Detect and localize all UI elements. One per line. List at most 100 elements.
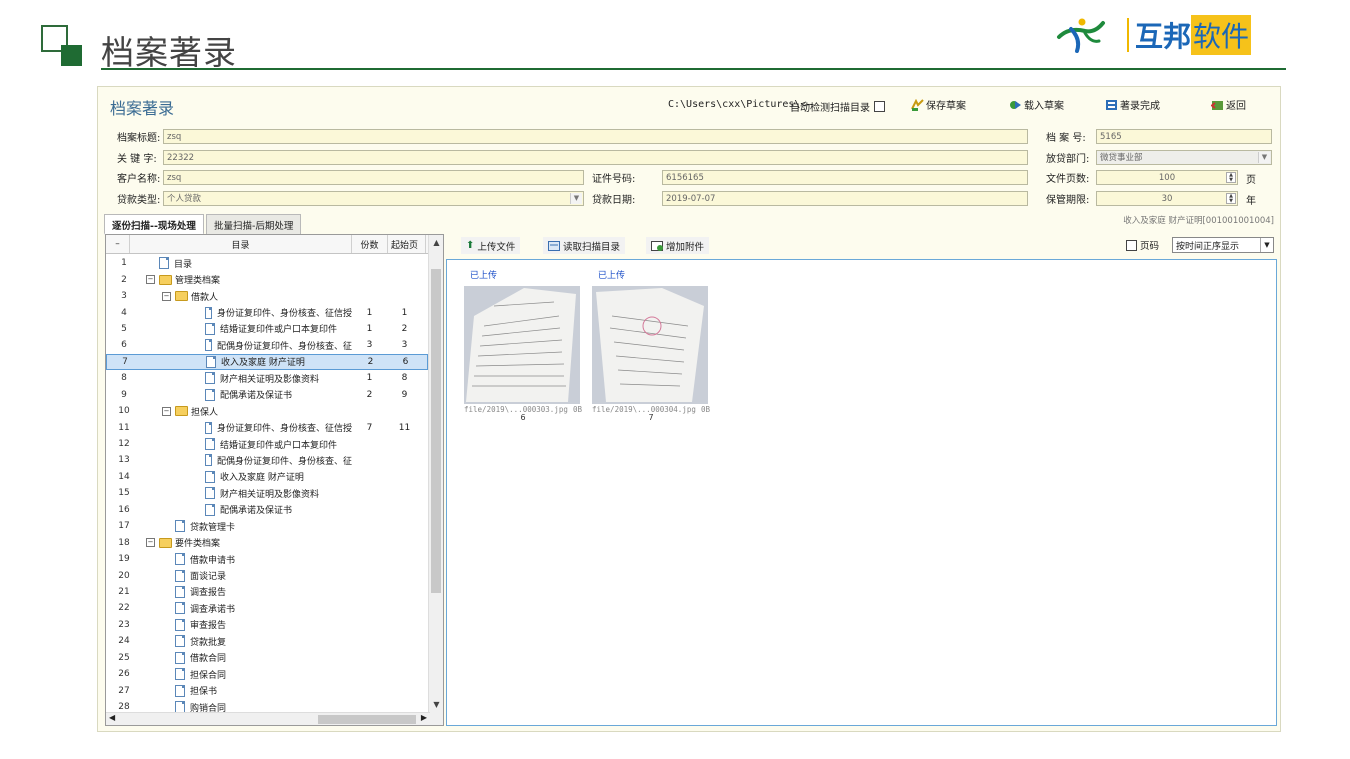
- thumbnail-card[interactable]: 已上传 file/2019\...000303.jpg 0B 6: [464, 268, 582, 422]
- scroll-thumb[interactable]: [431, 269, 441, 593]
- chevron-down-icon[interactable]: ▼: [570, 193, 582, 204]
- catalog-column-header[interactable]: 目录: [130, 235, 352, 253]
- scroll-left-icon[interactable]: ◀: [109, 713, 115, 722]
- scanned-page-image[interactable]: [464, 286, 580, 404]
- tree-node[interactable]: 收入及家庭 财产证明: [143, 355, 353, 368]
- tree-row[interactable]: 11 身份证复印件、身份核查、征信授 7 11: [106, 419, 428, 435]
- collapse-toggle-icon[interactable]: −: [146, 538, 155, 548]
- keywords-field[interactable]: 22322: [163, 150, 1028, 165]
- customer-field[interactable]: zsq: [163, 170, 584, 185]
- tree-row[interactable]: 15 财产相关证明及影像资料: [106, 485, 428, 501]
- tab-batch-scan[interactable]: 批量扫描-后期处理: [206, 214, 302, 234]
- copies-column-header[interactable]: 份数: [352, 235, 388, 253]
- tree-node[interactable]: 财产相关证明及影像资料: [142, 372, 352, 385]
- tree-node[interactable]: 贷款管理卡: [142, 520, 352, 533]
- auto-detect-checkbox[interactable]: 自动检测扫描目录: [790, 99, 885, 114]
- tree-node[interactable]: 借款申请书: [142, 553, 352, 566]
- tree-node[interactable]: 结婚证复印件或户口本复印件: [142, 438, 352, 451]
- hscroll-thumb[interactable]: [318, 715, 416, 724]
- tree-row[interactable]: 7 收入及家庭 财产证明 2 6: [106, 353, 428, 371]
- tree-row[interactable]: 22 调查承诺书: [106, 600, 428, 616]
- tree-row[interactable]: 9 配偶承诺及保证书 2 9: [106, 387, 428, 403]
- tree-node[interactable]: 担保合同: [142, 668, 352, 681]
- tree-row[interactable]: 21 调查报告: [106, 584, 428, 600]
- tree-row[interactable]: 20 面谈记录: [106, 567, 428, 583]
- tree-row[interactable]: 3 − 借款人: [106, 288, 428, 304]
- tree-node[interactable]: 配偶承诺及保证书: [142, 503, 352, 516]
- tree-node[interactable]: 贷款批复: [142, 635, 352, 648]
- tree-node[interactable]: 调查承诺书: [142, 602, 352, 615]
- tree-row[interactable]: 26 担保合同: [106, 666, 428, 682]
- tree-node[interactable]: 目录: [142, 257, 352, 270]
- tree-vertical-scrollbar[interactable]: ▲ ▼: [428, 235, 443, 725]
- start-page-column-header[interactable]: 起始页: [388, 235, 426, 253]
- tree-row[interactable]: 1 目录: [106, 255, 428, 271]
- auto-detect-box[interactable]: [874, 101, 885, 112]
- cert-field[interactable]: 6156165: [662, 170, 1028, 185]
- thumbnail-card[interactable]: 已上传 file/2019\...000304.jpg 0B 7: [592, 268, 710, 422]
- tree-node[interactable]: 财产相关证明及影像资料: [142, 487, 352, 500]
- tree-node[interactable]: − 要件类档案: [142, 536, 352, 549]
- tree-node[interactable]: 调查报告: [142, 585, 352, 598]
- chevron-down-icon[interactable]: ▼: [1260, 238, 1273, 252]
- tree-horizontal-scrollbar[interactable]: ◀ ▶: [106, 712, 430, 725]
- tree-node[interactable]: 配偶身份证复印件、身份核查、征: [142, 454, 352, 467]
- loan-type-select[interactable]: 个人贷款 ▼: [163, 191, 584, 206]
- tree-row[interactable]: 19 借款申请书: [106, 551, 428, 567]
- tree-row[interactable]: 2 − 管理类档案: [106, 271, 428, 287]
- tree-node[interactable]: 借款合同: [142, 651, 352, 664]
- tree-row[interactable]: 23 审查报告: [106, 617, 428, 633]
- page-code-checkbox[interactable]: 页码: [1125, 238, 1159, 252]
- scroll-down-icon[interactable]: ▼: [429, 697, 443, 712]
- tree-node[interactable]: 收入及家庭 财产证明: [142, 470, 352, 483]
- read-scan-dir-button[interactable]: 读取扫描目录: [543, 237, 626, 254]
- scanned-page-image[interactable]: [592, 286, 708, 404]
- load-draft-button[interactable]: 载入草案: [1009, 97, 1064, 112]
- tree-row[interactable]: 4 身份证复印件、身份核查、征信授 1 1: [106, 304, 428, 320]
- tree-row[interactable]: 8 财产相关证明及影像资料 1 8: [106, 370, 428, 386]
- save-draft-button[interactable]: 保存草案: [911, 97, 966, 112]
- tab-single-scan[interactable]: 逐份扫描--现场处理: [104, 214, 204, 235]
- tree-node[interactable]: 配偶身份证复印件、身份核查、征: [142, 339, 352, 352]
- collapse-toggle-icon[interactable]: −: [162, 291, 171, 301]
- tree-node[interactable]: 担保书: [142, 684, 352, 697]
- tree-row[interactable]: 16 配偶承诺及保证书: [106, 502, 428, 518]
- tree-row[interactable]: 25 借款合同: [106, 650, 428, 666]
- tree-node[interactable]: 配偶承诺及保证书: [142, 388, 352, 401]
- tree-row[interactable]: 14 收入及家庭 财产证明: [106, 469, 428, 485]
- scroll-up-icon[interactable]: ▲: [429, 235, 443, 250]
- tree-node[interactable]: − 借款人: [142, 290, 352, 303]
- page-code-box[interactable]: [1125, 239, 1137, 251]
- tree-node[interactable]: 身份证复印件、身份核查、征信授: [142, 421, 352, 434]
- tree-row[interactable]: 17 贷款管理卡: [106, 518, 428, 534]
- dept-select[interactable]: 微贷事业部 ▼: [1096, 150, 1272, 165]
- tree-row[interactable]: 13 配偶身份证复印件、身份核查、征: [106, 452, 428, 468]
- tree-node[interactable]: 面谈记录: [142, 569, 352, 582]
- tree-row[interactable]: 10 − 担保人: [106, 403, 428, 419]
- tree-row[interactable]: 27 担保书: [106, 682, 428, 698]
- tree-node[interactable]: 审查报告: [142, 618, 352, 631]
- collapse-toggle-icon[interactable]: −: [146, 275, 155, 285]
- tree-row[interactable]: 24 贷款批复: [106, 633, 428, 649]
- loan-date-field[interactable]: 2019-07-07: [662, 191, 1028, 206]
- add-attachment-button[interactable]: 增加附件: [646, 237, 710, 254]
- pages-stepper[interactable]: 100 ▲ ▼: [1096, 170, 1238, 185]
- tree-row[interactable]: 5 结婚证复印件或户口本复印件 1 2: [106, 321, 428, 337]
- tree-row[interactable]: 18 − 要件类档案: [106, 534, 428, 550]
- tree-node[interactable]: − 管理类档案: [142, 273, 352, 286]
- finish-button[interactable]: 著录完成: [1105, 97, 1160, 112]
- title-field[interactable]: zsq: [163, 129, 1028, 144]
- tree-row[interactable]: 12 结婚证复印件或户口本复印件: [106, 436, 428, 452]
- archive-no-field[interactable]: 5165: [1096, 129, 1272, 144]
- collapse-toggle-icon[interactable]: −: [162, 406, 171, 416]
- tree-row[interactable]: 6 配偶身份证复印件、身份核查、征 3 3: [106, 337, 428, 353]
- chevron-down-icon[interactable]: ▼: [1258, 152, 1270, 163]
- sort-order-select[interactable]: 按时间正序显示 ▼: [1172, 237, 1274, 253]
- upload-button[interactable]: ⬆ 上传文件: [461, 237, 521, 254]
- tree-node[interactable]: 身份证复印件、身份核查、征信授: [142, 306, 352, 319]
- retention-stepper[interactable]: 30 ▲ ▼: [1096, 191, 1238, 206]
- spin-icon[interactable]: ▲ ▼: [1226, 172, 1236, 183]
- tree-node[interactable]: 结婚证复印件或户口本复印件: [142, 322, 352, 335]
- collapse-all-button[interactable]: –: [106, 235, 130, 253]
- spin-icon[interactable]: ▲ ▼: [1226, 193, 1236, 204]
